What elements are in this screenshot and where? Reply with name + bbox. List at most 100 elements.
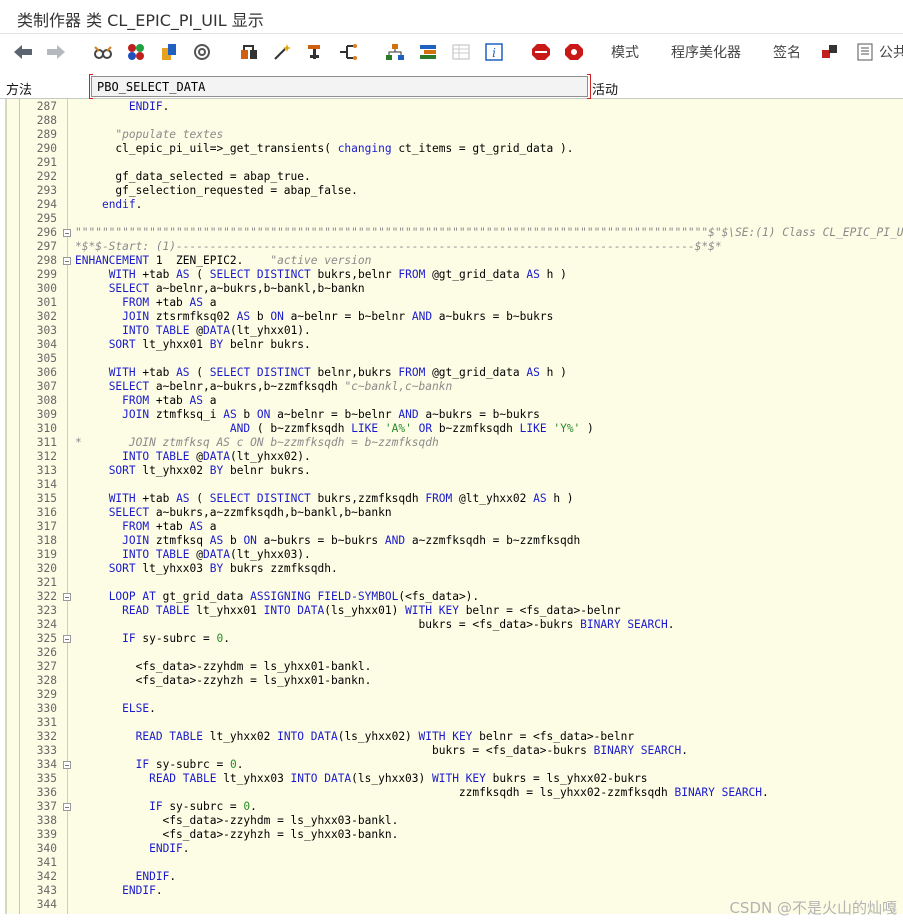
breakpoint-session-icon[interactable] bbox=[531, 42, 551, 62]
fold-toggle-icon[interactable] bbox=[63, 257, 71, 265]
code-line[interactable]: 333 bukrs = <fs_data>-bukrs BINARY SEARC… bbox=[5, 744, 903, 758]
code-line[interactable]: 308 FROM +tab AS a bbox=[5, 394, 903, 408]
code-line[interactable]: 299 WITH +tab AS ( SELECT DISTINCT bukrs… bbox=[5, 268, 903, 282]
code-line[interactable]: 341 bbox=[5, 856, 903, 870]
code-line[interactable]: 288 bbox=[5, 114, 903, 128]
code-line[interactable]: 322 LOOP AT gt_grid_data ASSIGNING FIELD… bbox=[5, 590, 903, 604]
code-token: (ls_yhxx03) bbox=[351, 772, 432, 785]
check-icon[interactable] bbox=[239, 42, 259, 62]
code-line[interactable]: 291 bbox=[5, 156, 903, 170]
back-arrow-icon[interactable] bbox=[13, 42, 33, 62]
code-line[interactable]: 343 ENDIF. bbox=[5, 884, 903, 898]
where-used-icon[interactable] bbox=[338, 42, 358, 62]
code-line[interactable]: 301 FROM +tab AS a bbox=[5, 296, 903, 310]
fold-toggle-icon[interactable] bbox=[63, 635, 71, 643]
code-line[interactable]: 290 cl_epic_pi_uil=>_get_transients( cha… bbox=[5, 142, 903, 156]
pretty-printer-button[interactable]: 程序美化器 bbox=[671, 42, 741, 62]
table-icon[interactable] bbox=[451, 42, 471, 62]
code-line[interactable]: 302 JOIN ztsrmfksq02 AS b ON a~belnr = b… bbox=[5, 310, 903, 324]
method-name-field[interactable]: PBO_SELECT_DATA bbox=[91, 76, 588, 97]
code-line[interactable]: 325 IF sy-subrc = 0. bbox=[5, 632, 903, 646]
code-line[interactable]: 315 WITH +tab AS ( SELECT DISTINCT bukrs… bbox=[5, 492, 903, 506]
code-line[interactable]: 293 gf_selection_requested = abap_false. bbox=[5, 184, 903, 198]
printer-icon[interactable] bbox=[855, 42, 875, 62]
code-line[interactable]: 314 bbox=[5, 478, 903, 492]
circle-target-icon[interactable] bbox=[192, 42, 212, 62]
code-line[interactable]: 303 INTO TABLE @DATA(lt_yhxx01). bbox=[5, 324, 903, 338]
fold-toggle-icon[interactable] bbox=[63, 593, 71, 601]
pattern-icon[interactable] bbox=[821, 42, 841, 62]
signature-button[interactable]: 签名 bbox=[773, 42, 801, 62]
code-line[interactable]: 340 ENDIF. bbox=[5, 842, 903, 856]
code-line[interactable]: 295 bbox=[5, 212, 903, 226]
magic-wand-icon[interactable] bbox=[272, 42, 292, 62]
code-line[interactable]: 316 SELECT a~bukrs,a~zzmfksqdh,b~bankl,b… bbox=[5, 506, 903, 520]
code-line[interactable]: 327 <fs_data>-zzyhdm = ls_yhxx01-bankl. bbox=[5, 660, 903, 674]
code-line[interactable]: 331 bbox=[5, 716, 903, 730]
code-line[interactable]: 287 ENDIF. bbox=[5, 100, 903, 114]
activate-icon[interactable] bbox=[305, 42, 325, 62]
public-button[interactable]: 公共 bbox=[879, 42, 903, 62]
code-line[interactable]: 304 SORT lt_yhxx01 BY belnr bukrs. bbox=[5, 338, 903, 352]
code-line[interactable]: 319 INTO TABLE @DATA(lt_yhxx03). bbox=[5, 548, 903, 562]
code-token: INTO TABLE bbox=[122, 450, 190, 463]
pattern-button[interactable]: 模式 bbox=[611, 42, 639, 62]
code-line[interactable]: 338 <fs_data>-zzyhdm = ls_yhxx03-bankl. bbox=[5, 814, 903, 828]
code-line[interactable]: 309 JOIN ztmfksq_i AS b ON a~belnr = b~b… bbox=[5, 408, 903, 422]
code-line[interactable]: 289 "populate textes bbox=[5, 128, 903, 142]
code-line[interactable]: 330 ELSE. bbox=[5, 702, 903, 716]
fold-toggle-icon[interactable] bbox=[63, 229, 71, 237]
code-line[interactable]: 300 SELECT a~belnr,a~bukrs,b~bankl,b~ban… bbox=[5, 282, 903, 296]
code-text: IF sy-subrc = 0. bbox=[75, 758, 244, 772]
code-line[interactable]: 312 INTO TABLE @DATA(lt_yhxx02). bbox=[5, 450, 903, 464]
code-line[interactable]: 296 """""""""""""""""""""""""""""""""""""… bbox=[5, 226, 903, 240]
code-token: +tab bbox=[135, 492, 177, 505]
glasses-icon[interactable] bbox=[93, 42, 113, 62]
code-line[interactable]: 292 gf_data_selected = abap_true. bbox=[5, 170, 903, 184]
code-line[interactable]: 307 SELECT a~belnr,a~bukrs,b~zzmfksqdh "… bbox=[5, 380, 903, 394]
code-token: OR bbox=[418, 422, 433, 435]
code-line[interactable]: 321 bbox=[5, 576, 903, 590]
code-line[interactable]: 328 <fs_data>-zzyhzh = ls_yhxx01-bankn. bbox=[5, 674, 903, 688]
hierarchy-icon[interactable] bbox=[385, 42, 405, 62]
code-line[interactable]: 310 AND ( b~zzmfksqdh LIKE 'A%' OR b~zzm… bbox=[5, 422, 903, 436]
code-line[interactable]: 326 bbox=[5, 646, 903, 660]
code-token: a~bukrs = b~bukrs bbox=[256, 534, 385, 547]
navigator-icon[interactable] bbox=[418, 42, 438, 62]
code-token: AND bbox=[398, 408, 419, 421]
code-line[interactable]: 298 ENHANCEMENT 1 ZEN_EPIC2. "active vers… bbox=[5, 254, 903, 268]
code-line[interactable]: 332 READ TABLE lt_yhxx02 INTO DATA(ls_yh… bbox=[5, 730, 903, 744]
code-token: @gt_grid_data bbox=[425, 268, 527, 281]
code-line[interactable]: 311 * JOIN ztmfksq AS c ON b~zzmfksqdh = … bbox=[5, 436, 903, 450]
code-line[interactable]: 318 JOIN ztmfksq AS b ON a~bukrs = b~buk… bbox=[5, 534, 903, 548]
field-bracket-right bbox=[587, 74, 591, 99]
code-line[interactable]: 336 zzmfksqdh = ls_yhxx02-zzmfksqdh BINA… bbox=[5, 786, 903, 800]
code-line[interactable]: 320 SORT lt_yhxx03 BY bukrs zzmfksqdh. bbox=[5, 562, 903, 576]
code-line[interactable]: 339 <fs_data>-zzyhzh = ls_yhxx03-bankn. bbox=[5, 828, 903, 842]
code-line[interactable]: 324 bukrs = <fs_data>-bukrs BINARY SEARC… bbox=[5, 618, 903, 632]
objects-icon[interactable] bbox=[126, 42, 146, 62]
code-line[interactable]: 337 IF sy-subrc = 0. bbox=[5, 800, 903, 814]
code-line[interactable]: 334 IF sy-subrc = 0. bbox=[5, 758, 903, 772]
code-line[interactable]: 335 READ TABLE lt_yhxx03 INTO DATA(ls_yh… bbox=[5, 772, 903, 786]
code-line[interactable]: 294 endif. bbox=[5, 198, 903, 212]
code-token: IF bbox=[122, 632, 136, 645]
code-line[interactable]: 297 *$*$-Start: (1)----------------------… bbox=[5, 240, 903, 254]
breakpoint-external-icon[interactable] bbox=[564, 42, 584, 62]
forward-arrow-icon[interactable] bbox=[46, 42, 66, 62]
code-line[interactable]: 313 SORT lt_yhxx02 BY belnr bukrs. bbox=[5, 464, 903, 478]
line-number: 313 bbox=[36, 464, 57, 477]
fold-toggle-icon[interactable] bbox=[63, 803, 71, 811]
code-line[interactable]: 305 bbox=[5, 352, 903, 366]
code-editor[interactable]: 287 ENDIF. 288 289 "populate textes 290 cl_… bbox=[5, 99, 903, 914]
code-line[interactable]: 342 ENDIF. bbox=[5, 870, 903, 884]
code-line[interactable]: 317 FROM +tab AS a bbox=[5, 520, 903, 534]
info-icon[interactable]: i bbox=[484, 42, 504, 62]
code-line[interactable]: 306 WITH +tab AS ( SELECT DISTINCT belnr… bbox=[5, 366, 903, 380]
code-line[interactable]: 323 READ TABLE lt_yhxx01 INTO DATA(ls_yh… bbox=[5, 604, 903, 618]
code-line[interactable]: 329 bbox=[5, 688, 903, 702]
fold-toggle-icon[interactable] bbox=[63, 761, 71, 769]
clipboard-icon[interactable] bbox=[159, 42, 179, 62]
